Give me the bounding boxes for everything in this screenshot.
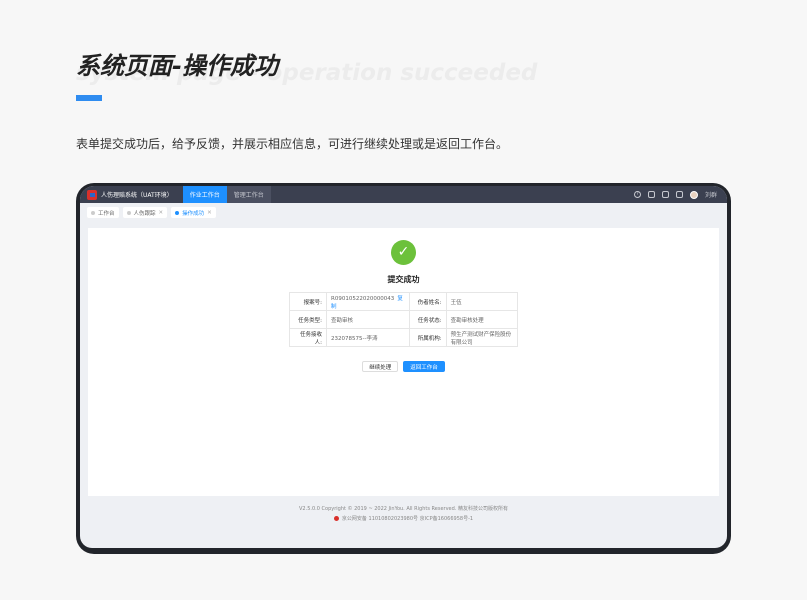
label: 任务状态: (408, 310, 447, 329)
close-icon[interactable]: ✕ (159, 210, 164, 216)
top-bar: 人伤理赔系统（UAT环境） 作业工作台 管理工作台 ? 刘群 (80, 186, 727, 203)
tab-label: 操作成功 (182, 210, 205, 217)
value: 查勘审核 (326, 310, 410, 329)
user-name[interactable]: 刘群 (705, 190, 717, 199)
dot-icon (126, 210, 131, 215)
tab-strip: 工作台 人伤跟踪 ✕ 操作成功 ✕ (80, 203, 727, 223)
value: 232078575--李涛 (326, 328, 410, 347)
label: 报案号: (289, 292, 327, 311)
nav-tab-work[interactable]: 作业工作台 (182, 186, 227, 203)
label: 伤者姓名: (408, 292, 447, 311)
status-title: 提交成功 (387, 275, 420, 284)
continue-button[interactable]: 继续处理 (362, 361, 399, 372)
action-buttons: 继续处理 返回工作台 (88, 361, 719, 372)
page-title: 系统页面-操作成功 (76, 52, 278, 80)
check-circle-icon: ✓ (391, 240, 416, 265)
message-icon[interactable] (675, 191, 683, 198)
app-name: 人伤理赔系统（UAT环境） (101, 192, 173, 199)
table-row: 报案号: R09010522020000043 复制 伤者姓名: 王伍 (289, 292, 519, 311)
tab-success[interactable]: 操作成功 ✕ (171, 207, 216, 218)
dot-icon (91, 210, 95, 215)
nav-tab-manage[interactable]: 管理工作台 (226, 186, 271, 203)
tab-workbench[interactable]: 工作台 (87, 207, 119, 218)
tab-injury-tracking[interactable]: 人伤跟踪 ✕ (122, 207, 168, 218)
page-description: 表单提交成功后，给予反馈，并展示相应信息，可进行继续处理或是返回工作台。 (76, 137, 509, 151)
copyright: V2.5.0.0 Copyright © 2019 ~ 2022 JinYou.… (299, 506, 508, 512)
avatar[interactable] (689, 190, 698, 199)
book-icon[interactable] (661, 191, 669, 198)
value: R09010522020000043 (331, 295, 395, 302)
accent-bar (76, 95, 102, 101)
app-screen: 人伤理赔系统（UAT环境） 作业工作台 管理工作台 ? 刘群 工作台 人伤跟踪 ✕… (80, 186, 727, 548)
police-emblem-icon (333, 516, 339, 521)
table-row: 任务类型: 查勘审核 任务状态: 查勘审核处理 (289, 310, 519, 329)
device-frame: 人伤理赔系统（UAT环境） 作业工作台 管理工作台 ? 刘群 工作台 人伤跟踪 ✕… (76, 183, 731, 554)
close-icon[interactable]: ✕ (207, 210, 212, 216)
logo-icon (87, 189, 97, 200)
footer: V2.5.0.0 Copyright © 2019 ~ 2022 JinYou.… (80, 504, 727, 524)
help-icon[interactable]: ? (633, 191, 641, 198)
tab-label: 人伤跟踪 (133, 210, 156, 217)
label: 任务类型: (289, 310, 327, 329)
result-card: ✓ 提交成功 报案号: R09010522020000043 复制 伤者姓名: 王伍 任… (88, 228, 719, 496)
table-row: 任务接收人: 232078575--李涛 所属机构: 预生产测试财产保险股份有限公司 (289, 328, 519, 347)
icp-text[interactable]: 京公网安备 11010802023980号 京ICP备16066958号-1 (342, 516, 473, 522)
value: 王伍 (445, 292, 519, 311)
label: 所属机构: (408, 328, 447, 347)
tab-label: 工作台 (98, 210, 115, 217)
value: 预生产测试财产保险股份有限公司 (445, 328, 519, 347)
label: 任务接收人: (289, 328, 327, 347)
info-table: 报案号: R09010522020000043 复制 伤者姓名: 王伍 任务类型: 查勘审… (289, 292, 519, 347)
value: 查勘审核处理 (445, 310, 519, 329)
dot-icon (175, 210, 180, 215)
home-icon[interactable] (647, 191, 655, 198)
back-to-workbench-button[interactable]: 返回工作台 (403, 361, 445, 372)
